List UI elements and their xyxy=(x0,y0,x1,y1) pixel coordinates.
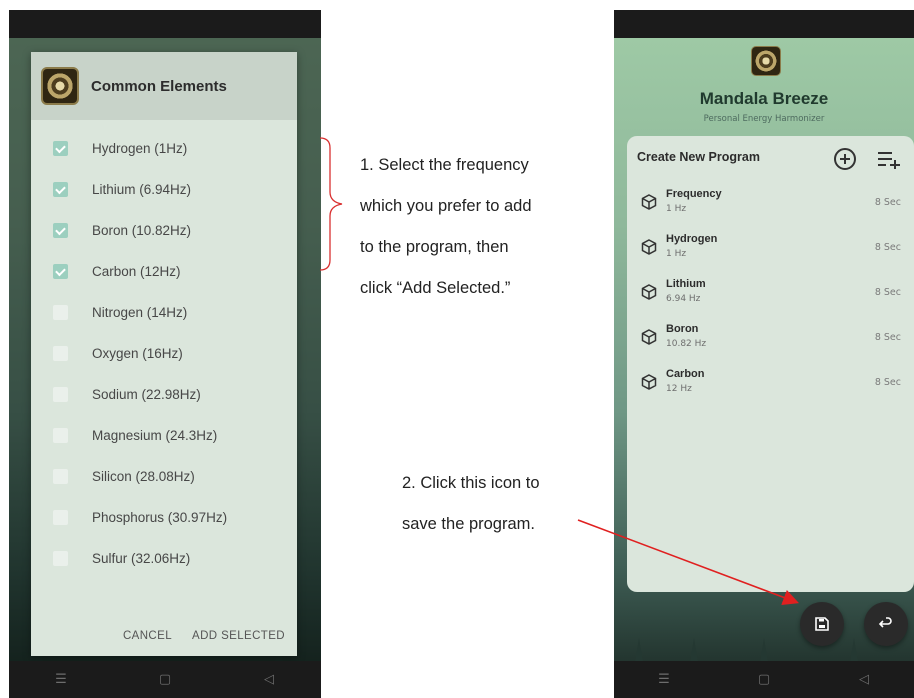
program-frequency: 1 Hz xyxy=(666,204,687,214)
element-label: Sodium (22.98Hz) xyxy=(92,387,201,402)
element-item-lithium[interactable]: Lithium (6.94Hz) xyxy=(31,169,297,210)
instruction-line: to the program, then xyxy=(360,238,509,256)
instruction-line: click “Add Selected.” xyxy=(360,279,511,297)
program-frequency: 10.82 Hz xyxy=(666,339,707,349)
element-label: Oxygen (16Hz) xyxy=(92,346,183,361)
checkbox[interactable] xyxy=(53,182,68,197)
card-title: Create New Program xyxy=(637,150,760,164)
save-program-button[interactable] xyxy=(800,602,844,646)
dialog-actions: CANCEL ADD SELECTED xyxy=(123,630,285,642)
element-label: Magnesium (24.3Hz) xyxy=(92,428,218,443)
element-item-magnesium[interactable]: Magnesium (24.3Hz) xyxy=(31,415,297,456)
element-item-nitrogen[interactable]: Nitrogen (14Hz) xyxy=(31,292,297,333)
program-frequency: 12 Hz xyxy=(666,384,692,394)
undo-icon xyxy=(878,617,892,628)
cube-icon xyxy=(641,374,657,390)
undo-button[interactable] xyxy=(864,602,908,646)
instruction-step-2: 2. Click this icon to save the program. xyxy=(402,463,602,545)
home-icon[interactable]: ▢ xyxy=(744,672,784,687)
back-icon[interactable]: ◁ xyxy=(249,672,289,687)
element-label: Sulfur (32.06Hz) xyxy=(92,551,191,566)
status-bar xyxy=(9,10,321,38)
element-item-phosphorus[interactable]: Phosphorus (30.97Hz) xyxy=(31,497,297,538)
element-list: Hydrogen (1Hz) Lithium (6.94Hz) Boron (1… xyxy=(31,120,297,579)
program-name: Frequency xyxy=(666,188,722,200)
program-duration: 8 Sec xyxy=(874,377,901,388)
create-program-card: Create New Program Frequency 1 Hz 8 Sec … xyxy=(627,136,914,592)
playlist-add-icon[interactable] xyxy=(877,149,901,169)
home-icon[interactable]: ▢ xyxy=(145,672,185,687)
program-name: Boron xyxy=(666,323,699,335)
program-frequency: 1 Hz xyxy=(666,249,687,259)
instruction-step-1: 1. Select the frequency which you prefer… xyxy=(360,145,600,309)
checkbox[interactable] xyxy=(53,223,68,238)
program-row-frequency[interactable]: Frequency 1 Hz 8 Sec xyxy=(627,184,914,228)
app-subtitle: Personal Energy Harmonizer xyxy=(703,114,825,124)
mandala-logo-icon xyxy=(751,46,781,76)
program-name: Hydrogen xyxy=(666,233,718,245)
system-nav-bar: ☰ ▢ ◁ xyxy=(614,661,914,698)
checkbox[interactable] xyxy=(53,551,68,566)
element-item-sulfur[interactable]: Sulfur (32.06Hz) xyxy=(31,538,297,579)
program-duration: 8 Sec xyxy=(874,242,901,253)
status-bar xyxy=(614,10,914,38)
cube-icon xyxy=(641,329,657,345)
checkbox[interactable] xyxy=(53,469,68,484)
right-phone-screen: Mandala Breeze Personal Energy Harmonize… xyxy=(614,10,914,698)
element-item-sodium[interactable]: Sodium (22.98Hz) xyxy=(31,374,297,415)
instruction-line: 1. Select the frequency xyxy=(360,156,529,174)
cube-icon xyxy=(641,239,657,255)
program-duration: 8 Sec xyxy=(874,197,901,208)
common-elements-dialog: Common Elements Hydrogen (1Hz) Lithium (… xyxy=(31,52,297,656)
instruction-line: which you prefer to add xyxy=(360,197,532,215)
element-label: Carbon (12Hz) xyxy=(92,264,181,279)
checkbox[interactable] xyxy=(53,305,68,320)
program-row-hydrogen[interactable]: Hydrogen 1 Hz 8 Sec xyxy=(627,229,914,273)
mandala-logo-icon xyxy=(41,67,79,105)
floppy-disk-icon xyxy=(815,617,829,631)
program-row-boron[interactable]: Boron 10.82 Hz 8 Sec xyxy=(627,319,914,363)
program-duration: 8 Sec xyxy=(874,332,901,343)
program-row-lithium[interactable]: Lithium 6.94 Hz 8 Sec xyxy=(627,274,914,318)
element-item-carbon[interactable]: Carbon (12Hz) xyxy=(31,251,297,292)
app-title: Mandala Breeze xyxy=(699,89,829,108)
add-selected-button[interactable]: ADD SELECTED xyxy=(192,630,285,642)
element-item-silicon[interactable]: Silicon (28.08Hz) xyxy=(31,456,297,497)
element-item-boron[interactable]: Boron (10.82Hz) xyxy=(31,210,297,251)
element-label: Boron (10.82Hz) xyxy=(92,223,192,238)
instruction-line: save the program. xyxy=(402,515,535,533)
menu-icon[interactable]: ☰ xyxy=(644,672,684,687)
element-item-oxygen[interactable]: Oxygen (16Hz) xyxy=(31,333,297,374)
menu-icon[interactable]: ☰ xyxy=(41,672,81,687)
system-nav-bar: ☰ ▢ ◁ xyxy=(9,661,321,698)
element-label: Phosphorus (30.97Hz) xyxy=(92,510,228,525)
checkbox[interactable] xyxy=(53,141,68,156)
plus-circle-icon[interactable] xyxy=(834,148,856,170)
program-frequency: 6.94 Hz xyxy=(666,294,701,304)
element-label: Lithium (6.94Hz) xyxy=(92,182,192,197)
element-item-hydrogen[interactable]: Hydrogen (1Hz) xyxy=(31,128,297,169)
checkbox[interactable] xyxy=(53,264,68,279)
checkbox[interactable] xyxy=(53,510,68,525)
dialog-header: Common Elements xyxy=(31,52,297,120)
program-row-carbon[interactable]: Carbon 12 Hz 8 Sec xyxy=(627,364,914,408)
back-icon[interactable]: ◁ xyxy=(844,672,884,687)
element-label: Hydrogen (1Hz) xyxy=(92,141,188,156)
program-name: Lithium xyxy=(666,278,706,290)
cancel-button[interactable]: CANCEL xyxy=(123,630,172,642)
checkbox[interactable] xyxy=(53,387,68,402)
element-label: Silicon (28.08Hz) xyxy=(92,469,195,484)
checkbox[interactable] xyxy=(53,346,68,361)
program-duration: 8 Sec xyxy=(874,287,901,298)
instruction-line: 2. Click this icon to xyxy=(402,474,540,492)
program-name: Carbon xyxy=(666,368,705,380)
cube-icon xyxy=(641,194,657,210)
curly-brace xyxy=(319,137,343,271)
cube-icon xyxy=(641,284,657,300)
checkbox[interactable] xyxy=(53,428,68,443)
left-phone-screen: Common Elements Hydrogen (1Hz) Lithium (… xyxy=(9,10,321,698)
dialog-title: Common Elements xyxy=(91,77,227,95)
element-label: Nitrogen (14Hz) xyxy=(92,305,188,320)
